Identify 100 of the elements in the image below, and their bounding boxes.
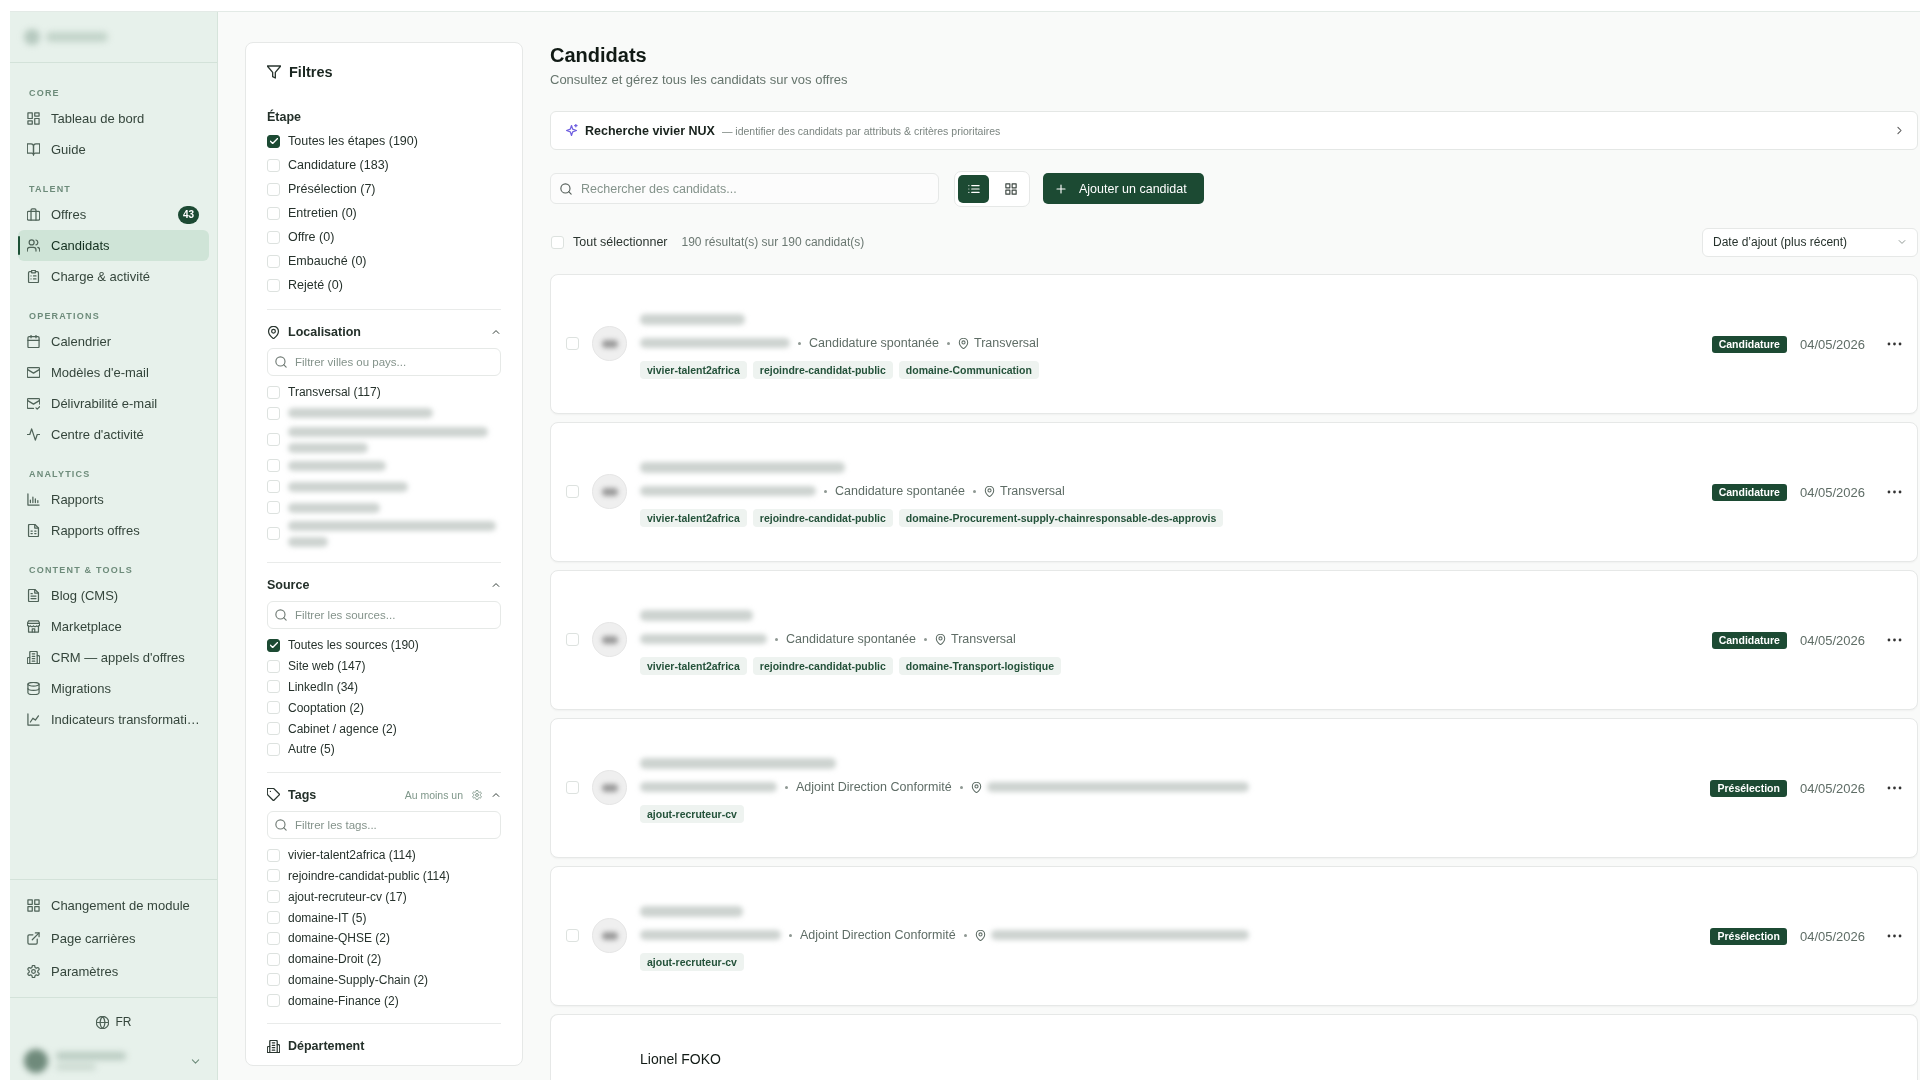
filter-option-label[interactable]: Transversal (117) (288, 385, 381, 400)
nav-item[interactable]: Rapports offres (18, 515, 209, 546)
nav-item[interactable]: Offres 43 (18, 199, 209, 230)
nav-item[interactable]: Charge & activité (18, 261, 209, 292)
filter-option-label[interactable]: Embauché (0) (288, 254, 367, 268)
nux-search-banner[interactable]: Recherche vivier NUX — identifier des candidats par attributs & critères prioritaires (550, 111, 1918, 150)
collapse-button[interactable] (491, 327, 501, 337)
location-text: Transversal (950, 632, 1016, 646)
section-title: TALENT (28, 183, 73, 196)
search-field[interactable]: Filtrer villes ou pays... (267, 348, 501, 376)
filter-title: Filtres (289, 64, 333, 80)
nav-item[interactable]: Marketplace (18, 611, 209, 642)
nav-item[interactable]: CRM — appels d'offres (18, 642, 209, 673)
status-badge: Candidature (1711, 335, 1787, 353)
pin-icon (957, 337, 969, 349)
line-chart-icon (27, 713, 40, 726)
more-button[interactable] (1887, 342, 1902, 346)
nav-item[interactable]: Migrations (18, 673, 209, 704)
nav-item[interactable]: Rapports (18, 484, 209, 515)
filter-option-label[interactable]: Toutes les sources (190) (288, 638, 419, 653)
date-text: 04/05/2026 (1799, 780, 1865, 796)
candidate-card[interactable]: Candidature spontanée Transversal vivier-talent2africa rejoindre-candidat-public domaine-Procurement-supply-chainresponsable-des-approvis Candidature 04/05/2026 (550, 422, 1918, 562)
nav-item[interactable]: Candidats (18, 230, 209, 261)
candidate-name[interactable]: Lionel FOKO (640, 1051, 721, 1067)
candidate-card[interactable]: Adjoint Direction Conformité ajout-recruteur-cv Présélection 04/05/2026 (550, 866, 1918, 1006)
group-title: Tags (288, 787, 317, 802)
more-button[interactable] (1887, 490, 1902, 494)
filter-option-label[interactable]: domaine-Droit (2) (288, 952, 382, 967)
avatar (592, 474, 627, 509)
filter-option-label[interactable]: Présélection (7) (288, 182, 376, 196)
nav-item[interactable]: Guide (18, 134, 209, 165)
status-badge: Candidature (1711, 631, 1787, 649)
grid-icon (1004, 182, 1017, 195)
more-button[interactable] (1887, 638, 1902, 642)
more-button[interactable] (1887, 934, 1902, 938)
tag-chip: ajout-recruteur-cv (640, 953, 744, 971)
nav-item[interactable]: Page carrières (18, 922, 209, 955)
filter-option-label[interactable]: Site web (147) (288, 659, 366, 674)
pin-icon (970, 781, 982, 793)
candidate-card[interactable]: Lionel FOKO (550, 1014, 1918, 1080)
date-text: 04/05/2026 (1799, 336, 1865, 352)
filter-option-label[interactable]: Cooptation (2) (288, 700, 365, 715)
candidate-card[interactable]: Candidature spontanée Transversal vivier-talent2africa rejoindre-candidat-public domaine-Communication Candidature 04/05/2026 (550, 274, 1918, 414)
filter-option-label[interactable]: Rejeté (0) (288, 278, 343, 292)
filter-option-label[interactable]: domaine-Finance (2) (288, 993, 399, 1008)
mail-check-icon (27, 397, 40, 410)
add-candidate-button[interactable]: Ajouter un candidat (1043, 173, 1204, 204)
filter-option-label[interactable]: Offre (0) (288, 230, 335, 244)
search-field[interactable]: Rechercher des candidats... (550, 173, 939, 204)
nav-item[interactable]: Changement de module (18, 889, 209, 922)
checkbox[interactable] (267, 134, 280, 148)
search-icon (560, 182, 572, 195)
nav-item[interactable]: Indicateurs transformati… (18, 704, 209, 735)
candidate-card[interactable]: Adjoint Direction Conformité ajout-recruteur-cv Présélection 04/05/2026 (550, 718, 1918, 858)
filter-option-label[interactable]: Candidature (183) (288, 158, 389, 172)
search-field[interactable]: Filtrer les sources... (267, 601, 501, 629)
sort-dropdown[interactable]: Date d’ajout (plus récent) (1702, 227, 1918, 257)
select-all-label[interactable]: Tout sélectionner (573, 235, 668, 249)
nav-item[interactable]: Tableau de bord (18, 103, 209, 134)
filter-option-label[interactable]: vivier-talent2africa (114) (288, 848, 416, 863)
offer-text: Candidature spontanée (786, 632, 916, 646)
filter-option-label[interactable]: Toutes les étapes (190) (288, 134, 418, 148)
tag-chip: vivier-talent2africa (640, 657, 747, 675)
language-button[interactable]: FR (95, 1015, 132, 1029)
search-field[interactable]: Filtrer les tags... (267, 810, 501, 839)
group-title: Source (267, 578, 310, 592)
filter-option-label[interactable]: domaine-Supply-Chain (2) (288, 972, 429, 987)
offer-text: Adjoint Direction Conformité (796, 780, 952, 794)
filter-option-label[interactable]: Autre (5) (288, 742, 335, 757)
filter-option-label[interactable]: ajout-recruteur-cv (17) (288, 889, 407, 904)
filter-option-label[interactable]: Cabinet / agence (2) (288, 721, 397, 736)
checkbox[interactable] (267, 638, 280, 652)
nav-item[interactable]: Blog (CMS) (18, 580, 209, 611)
more-icon (1887, 638, 1902, 642)
filter-option-label[interactable]: rejoindre-candidat-public (114) (288, 868, 450, 883)
spreadsheet-icon (27, 524, 40, 537)
search-icon (275, 356, 287, 368)
nav-item[interactable]: Calendrier (18, 326, 209, 357)
collapse-button[interactable] (491, 580, 501, 590)
filter-option-label[interactable]: Entretien (0) (288, 206, 357, 220)
avatar (592, 622, 627, 657)
briefcase-icon (27, 208, 40, 221)
offer-text: Candidature spontanée (809, 336, 939, 350)
clipboard-icon (27, 270, 40, 283)
nav-item[interactable]: Paramètres (18, 955, 209, 988)
section-title: CORE (28, 87, 61, 100)
candidate-card[interactable]: Candidature spontanée Transversal vivier-talent2africa rejoindre-candidat-public domaine-Transport-logistique Candidature 04/05/2026 (550, 570, 1918, 710)
nav-item[interactable]: Délivrabilité e-mail (18, 388, 209, 419)
tag-chip: domaine-Transport-logistique (898, 657, 1061, 675)
document-icon (27, 589, 40, 602)
nav-item[interactable]: Modèles d'e-mail (18, 357, 209, 388)
date-text: 04/05/2026 (1799, 928, 1865, 944)
filter-option-label[interactable]: domaine-IT (5) (288, 910, 367, 925)
list-icon (967, 182, 980, 195)
filter-icon (267, 65, 281, 79)
filter-option-label[interactable]: LinkedIn (34) (288, 679, 359, 694)
nav-item[interactable]: Centre d'activité (18, 419, 209, 450)
filter-option-label[interactable]: domaine-QHSE (2) (288, 931, 391, 946)
list-view-button[interactable] (958, 174, 989, 203)
more-button[interactable] (1887, 786, 1902, 790)
